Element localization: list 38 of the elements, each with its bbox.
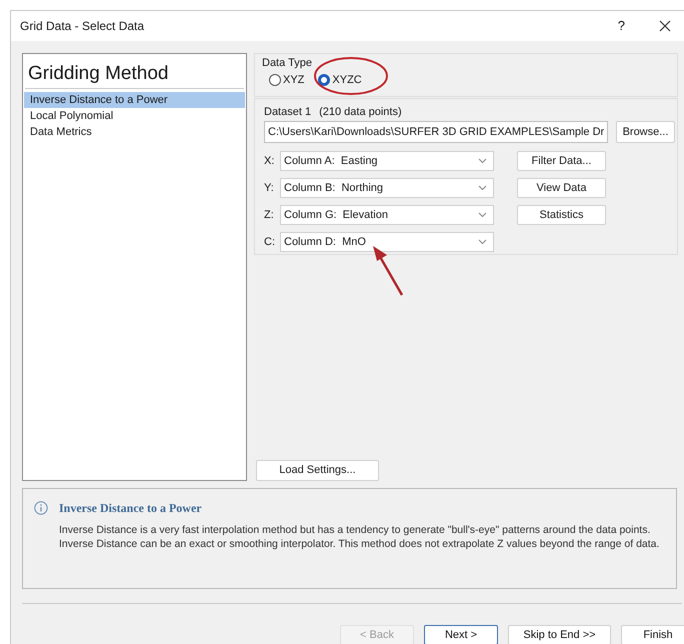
radio-option[interactable]: XYZ <box>269 72 304 88</box>
chevron-down-icon <box>478 212 487 218</box>
list-item[interactable]: Local Polynomial <box>24 108 245 124</box>
column-combobox[interactable]: Column G: Elevation <box>280 205 494 225</box>
browse-button[interactable]: Browse... <box>616 121 675 143</box>
column-combobox[interactable]: Column D: MnO <box>280 232 494 252</box>
arrow-icon <box>371 245 405 297</box>
column-combobox[interactable]: Column A: Easting <box>280 151 494 171</box>
chevron-down-icon <box>478 239 487 245</box>
info-text: Inverse Distance is a very fast interpolation method but has a tendency to generate "bull's-eye" patterns around the data points. Inverse Distance can be an exact or smoothing interpolator. This method does not extrapolate Z values beyond the range of data. <box>59 523 660 551</box>
nav-button[interactable]: Next > <box>424 625 498 644</box>
panel-heading: Gridding Method <box>25 62 244 89</box>
window-title: Grid Data - Select Data <box>20 18 144 35</box>
axis-label: C: <box>264 234 275 250</box>
close-icon[interactable] <box>659 20 671 32</box>
nav-button[interactable]: Finish <box>621 625 684 644</box>
list-item[interactable]: Inverse Distance to a Power <box>24 92 245 108</box>
group-label: Data Type <box>262 56 313 70</box>
side-button[interactable]: Filter Data... <box>517 151 606 171</box>
axis-label: X: <box>264 154 275 169</box>
info-title: Inverse Distance to a Power <box>59 500 202 517</box>
load-settings-button[interactable]: Load Settings... <box>256 460 379 481</box>
side-button[interactable]: View Data <box>517 178 606 198</box>
info-icon <box>34 501 48 515</box>
group-label: Dataset 1 <box>264 105 312 119</box>
chevron-down-icon <box>478 185 487 191</box>
file-combobox[interactable]: C:\Users\Kari\Downloads\SURFER 3D GRID EXAMPLES\Sample Dr <box>264 121 608 143</box>
axis-label: Y: <box>264 180 275 196</box>
radio-button[interactable] <box>269 74 281 86</box>
list-item[interactable]: Data Metrics <box>24 124 245 140</box>
axis-label: Z: <box>264 208 275 223</box>
radio-button[interactable] <box>318 74 330 86</box>
chevron-down-icon <box>478 158 487 164</box>
side-button[interactable]: Statistics <box>517 205 606 225</box>
column-combobox[interactable]: Column B: Northing <box>280 178 494 198</box>
nav-button[interactable]: Skip to End >> <box>508 625 611 644</box>
point-count: (210 data points) <box>319 105 402 119</box>
help-button[interactable]: ? <box>618 16 625 36</box>
